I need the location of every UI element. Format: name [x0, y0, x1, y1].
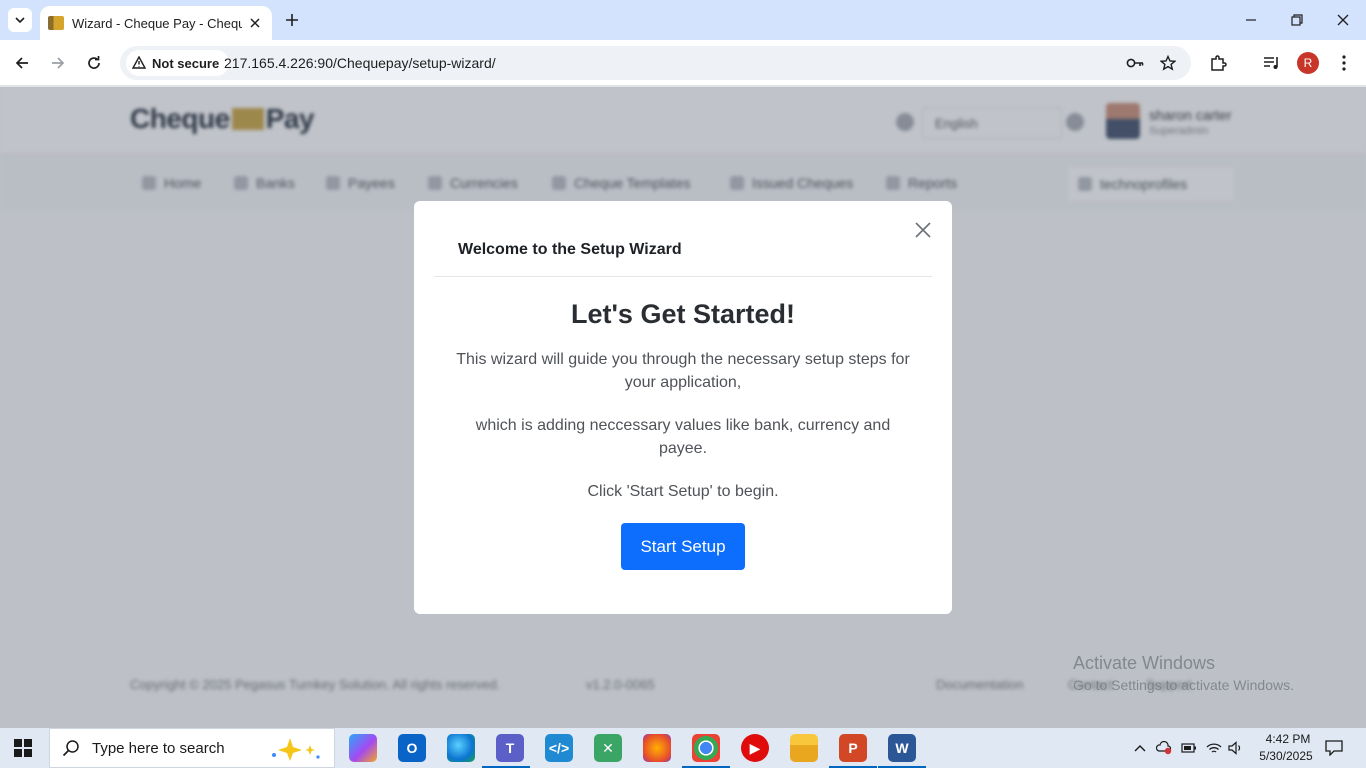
browser-menu-button[interactable]	[1332, 51, 1356, 75]
page-content: Cheque Pay English sharon carter Superadm…	[0, 87, 1366, 728]
password-key-button[interactable]	[1125, 53, 1145, 73]
activate-windows-subtitle: Go to Settings to activate Windows.	[1073, 677, 1294, 693]
close-icon	[915, 222, 931, 238]
modal-divider	[434, 276, 932, 277]
battery-icon[interactable]	[1181, 740, 1197, 756]
browser-tab[interactable]: Wizard - Cheque Pay - Cheque	[40, 6, 272, 40]
browser-toolbar: Not secure 217.165.4.226:90/Chequepay/se…	[0, 40, 1366, 86]
setup-wizard-modal: Welcome to the Setup Wizard Let's Get St…	[414, 201, 952, 614]
media-player-app-icon[interactable]: ▶	[741, 734, 769, 762]
reload-icon	[88, 56, 100, 69]
site-favicon-icon	[48, 16, 64, 30]
start-setup-button[interactable]: Start Setup	[621, 523, 745, 570]
activate-windows-title: Activate Windows	[1073, 653, 1216, 673]
onedrive-error-icon[interactable]	[1156, 740, 1172, 756]
new-tab-button[interactable]	[282, 10, 302, 30]
outlook-app-icon[interactable]: O	[398, 734, 426, 762]
browser-tab-bar: Wizard - Cheque Pay - Cheque	[0, 0, 1366, 40]
restore-button[interactable]	[1285, 8, 1309, 32]
windows-taskbar: Type here to search O T </> ✕ ▶ P W 4:42…	[0, 728, 1366, 768]
tray-overflow-chevron-icon[interactable]	[1132, 740, 1148, 756]
restore-icon	[1291, 14, 1303, 26]
modal-description-2: which is adding neccessary values like b…	[475, 417, 891, 457]
copilot-app-icon[interactable]	[349, 734, 377, 762]
vscode-app-icon[interactable]: </>	[545, 734, 573, 762]
modal-title: Welcome to the Setup Wizard	[458, 241, 682, 258]
file-explorer-app-icon[interactable]	[790, 734, 818, 762]
wifi-icon[interactable]	[1206, 740, 1222, 756]
chrome-app-icon[interactable]	[692, 734, 720, 762]
minimize-button[interactable]	[1239, 8, 1263, 32]
forward-button[interactable]	[46, 51, 70, 75]
address-bar[interactable]: Not secure 217.165.4.226:90/Chequepay/se…	[120, 46, 1191, 80]
url-text[interactable]: 217.165.4.226:90/Chequepay/setup-wizard/	[224, 55, 496, 71]
firefox-app-icon[interactable]	[643, 734, 671, 762]
volume-icon[interactable]	[1228, 740, 1244, 756]
word-app-icon[interactable]: W	[888, 734, 916, 762]
key-icon	[1126, 58, 1144, 68]
warning-icon	[132, 56, 146, 69]
minimize-icon	[1246, 19, 1256, 21]
teams-app-icon[interactable]: T	[496, 734, 524, 762]
taskbar-search-box[interactable]: Type here to search	[49, 728, 335, 768]
windows-start-icon[interactable]	[14, 739, 32, 757]
profile-avatar[interactable]: R	[1297, 52, 1319, 74]
modal-heading: Let's Get Started!	[571, 299, 795, 329]
modal-description-1: This wizard will guide you through the n…	[456, 351, 910, 391]
extensions-button[interactable]	[1206, 51, 1230, 75]
edge-app-icon[interactable]	[447, 734, 475, 762]
media-control-button[interactable]	[1260, 51, 1284, 75]
taskbar-search-placeholder: Type here to search	[92, 739, 225, 757]
reload-button[interactable]	[82, 51, 106, 75]
taskbar-clock-date[interactable]: 5/30/2025	[1255, 749, 1317, 763]
powerpoint-app-icon[interactable]: P	[839, 734, 867, 762]
arrow-right-icon	[52, 57, 65, 69]
close-icon	[250, 18, 260, 28]
more-vertical-icon	[1342, 55, 1346, 71]
tab-title: Wizard - Cheque Pay - Cheque	[72, 15, 242, 31]
plus-icon	[286, 14, 298, 26]
taskbar-clock-time[interactable]: 4:42 PM	[1259, 732, 1317, 746]
tab-close-button[interactable]	[246, 14, 264, 32]
chevron-down-icon	[15, 17, 25, 24]
security-indicator[interactable]: Not secure	[126, 50, 230, 76]
search-icon	[62, 740, 79, 757]
back-button[interactable]	[10, 51, 34, 75]
bookmark-button[interactable]	[1158, 53, 1178, 73]
modal-close-button[interactable]	[912, 219, 934, 241]
playlist-icon	[1264, 57, 1278, 69]
close-icon	[1337, 14, 1349, 26]
network-tool-app-icon[interactable]: ✕	[594, 734, 622, 762]
tab-search-button[interactable]	[8, 8, 32, 32]
close-window-button[interactable]	[1331, 8, 1355, 32]
puzzle-icon	[1211, 55, 1227, 71]
sparkle-icon	[272, 738, 320, 761]
arrow-left-icon	[15, 57, 28, 69]
notification-center-icon[interactable]	[1325, 739, 1343, 757]
modal-instruction: Click 'Start Setup' to begin.	[587, 483, 779, 500]
star-icon	[1160, 55, 1176, 71]
security-label: Not secure	[152, 55, 220, 71]
